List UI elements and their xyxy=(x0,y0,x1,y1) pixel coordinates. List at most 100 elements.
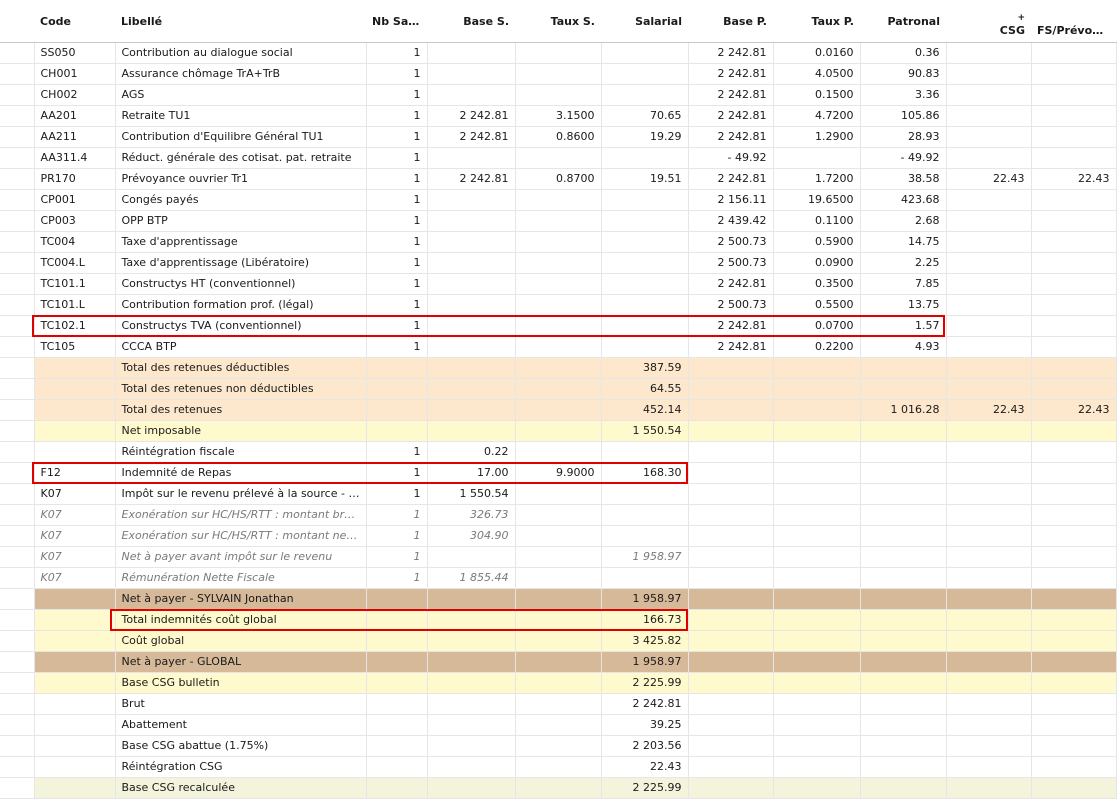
table-row[interactable]: Réintégration fiscale 1 0.22 xyxy=(0,441,1117,463)
cell-nb-salaries xyxy=(366,777,428,799)
table-row[interactable]: Total indemnités coût global 166.73 xyxy=(0,609,1117,631)
cell-nb-salaries: 1 xyxy=(366,462,428,484)
table-row[interactable]: Base CSG recalculée 2 225.99 xyxy=(0,777,1117,799)
cell-salarial: 1 958.97 xyxy=(601,546,689,568)
column-header-fs-prevoyance[interactable]: FS/Prévoyan... xyxy=(1031,0,1116,43)
cell-libelle: Base CSG bulletin xyxy=(115,672,367,694)
table-row[interactable]: F12 Indemnité de Repas 1 17.00 9.9000 168.30 xyxy=(0,462,1117,484)
table-row[interactable]: Coût global 3 425.82 xyxy=(0,630,1117,652)
cell-nb-salaries: 1 xyxy=(366,504,428,526)
cell-taux-p: 0.5900 xyxy=(773,231,861,253)
table-row[interactable]: Net à payer - GLOBAL 1 958.97 xyxy=(0,651,1117,673)
cell-nb-salaries: 1 xyxy=(366,273,428,295)
column-header-taux-s[interactable]: Taux S. xyxy=(515,0,601,43)
table-row[interactable]: Brut 2 242.81 xyxy=(0,693,1117,715)
table-row[interactable]: AA311.4 Réduct. générale des cotisat. pat… xyxy=(0,147,1117,169)
column-header-base-s[interactable]: Base S. xyxy=(427,0,515,43)
cell-base-s xyxy=(427,420,516,442)
cell-code xyxy=(34,588,116,610)
cell-nb-salaries xyxy=(366,357,428,379)
table-row[interactable]: Total des retenues déductibles 387.59 xyxy=(0,357,1117,379)
cell-libelle: Assurance chômage TrA+TrB xyxy=(115,63,367,85)
table-row[interactable]: TC004 Taxe d'apprentissage 1 2 500.73 0.5900… xyxy=(0,231,1117,253)
cell-taux-p: 0.0160 xyxy=(773,42,861,64)
column-header-patronal[interactable]: Patronal xyxy=(860,0,946,43)
table-row[interactable]: TC004.L Taxe d'apprentissage (Libératoire… xyxy=(0,252,1117,274)
table-row[interactable]: CH001 Assurance chômage TrA+TrB 1 2 242.81 4… xyxy=(0,63,1117,85)
cell-libelle: AGS xyxy=(115,84,367,106)
cell-libelle: Brut xyxy=(115,693,367,715)
cell-salarial xyxy=(601,336,689,358)
table-row[interactable]: PR170 Prévoyance ouvrier Tr1 1 2 242.81 0.87… xyxy=(0,168,1117,190)
cell-patronal: 105.86 xyxy=(860,105,947,127)
cell-nb-salaries: 1 xyxy=(366,63,428,85)
cell-taux-p xyxy=(773,588,861,610)
table-row[interactable]: Base CSG abattue (1.75%) 2 203.56 xyxy=(0,735,1117,757)
table-row[interactable]: CP003 OPP BTP 1 2 439.42 0.1100 2.68 xyxy=(0,210,1117,232)
row-gutter xyxy=(0,273,35,295)
table-row[interactable]: K07 Rémunération Nette Fiscale 1 1 855.44 xyxy=(0,567,1117,589)
table-row[interactable]: AA211 Contribution d'Equilibre Général TU… xyxy=(0,126,1117,148)
cell-libelle: Constructys TVA (conventionnel) xyxy=(115,315,367,337)
table-row[interactable]: TC102.1 Constructys TVA (conventionnel) 1 2… xyxy=(0,315,1117,337)
cell-fs-prevoyance xyxy=(1031,231,1117,253)
cell-taux-p: 0.0900 xyxy=(773,252,861,274)
cell-fs-prevoyance xyxy=(1031,147,1117,169)
cell-libelle: Prévoyance ouvrier Tr1 xyxy=(115,168,367,190)
table-row[interactable]: K07 Exonération sur HC/HS/RTT : montant b… xyxy=(0,504,1117,526)
table-row[interactable]: Total des retenues 452.14 1 016.28 22.43 22.… xyxy=(0,399,1117,421)
table-row[interactable]: TC101.L Contribution formation prof. (lég… xyxy=(0,294,1117,316)
table-row[interactable]: Net à payer - SYLVAIN Jonathan 1 958.97 xyxy=(0,588,1117,610)
cell-salarial xyxy=(601,294,689,316)
cell-nb-salaries: 1 xyxy=(366,42,428,64)
table-row[interactable]: CP001 Congés payés 1 2 156.11 19.6500 423.68 xyxy=(0,189,1117,211)
cell-taux-s xyxy=(515,84,602,106)
table-row[interactable]: Base CSG bulletin 2 225.99 xyxy=(0,672,1117,694)
cell-base-p xyxy=(688,756,774,778)
cell-taux-p xyxy=(773,441,861,463)
table-row[interactable]: Abattement 39.25 xyxy=(0,714,1117,736)
cell-base-s: 1 550.54 xyxy=(427,483,516,505)
cell-taux-s xyxy=(515,210,602,232)
table-row[interactable]: Total des retenues non déductibles 64.55 xyxy=(0,378,1117,400)
cell-base-s xyxy=(427,84,516,106)
table-row[interactable]: AA201 Retraite TU1 1 2 242.81 3.1500 70.65 2 2… xyxy=(0,105,1117,127)
row-gutter xyxy=(0,735,35,757)
column-header-salarial[interactable]: Salarial xyxy=(601,0,688,43)
cell-libelle: Contribution d'Equilibre Général TU1 xyxy=(115,126,367,148)
cell-libelle: Retraite TU1 xyxy=(115,105,367,127)
table-row[interactable]: K07 Net à payer avant impôt sur le revenu… xyxy=(0,546,1117,568)
cell-code: CP003 xyxy=(34,210,116,232)
cell-base-p: 2 242.81 xyxy=(688,315,774,337)
table-row[interactable]: K07 Impôt sur le revenu prélevé à la sour… xyxy=(0,483,1117,505)
column-header-code[interactable]: Code xyxy=(34,0,115,43)
cell-taux-s xyxy=(515,231,602,253)
row-gutter xyxy=(0,189,35,211)
cell-base-s xyxy=(427,315,516,337)
cell-taux-p: 0.1100 xyxy=(773,210,861,232)
column-header-csg[interactable]: + CSG xyxy=(946,0,1031,43)
cell-nb-salaries: 1 xyxy=(366,441,428,463)
cell-fs-prevoyance xyxy=(1031,357,1117,379)
column-header-base-p[interactable]: Base P. xyxy=(688,0,773,43)
cell-taux-p xyxy=(773,693,861,715)
table-row[interactable]: SS050 Contribution au dialogue social 1 2 2… xyxy=(0,42,1117,64)
table-row[interactable]: TC105 CCCA BTP 1 2 242.81 0.2200 4.93 xyxy=(0,336,1117,358)
table-row[interactable]: CH002 AGS 1 2 242.81 0.1500 3.36 xyxy=(0,84,1117,106)
table-row[interactable]: K07 Exonération sur HC/HS/RTT : montant n… xyxy=(0,525,1117,547)
column-header-libelle[interactable]: Libellé xyxy=(115,0,366,43)
column-header-taux-p[interactable]: Taux P. xyxy=(773,0,860,43)
cell-base-s xyxy=(427,336,516,358)
cell-taux-p xyxy=(773,672,861,694)
table-row[interactable]: TC101.1 Constructys HT (conventionnel) 1 2 … xyxy=(0,273,1117,295)
cell-csg xyxy=(946,84,1032,106)
table-row[interactable]: Net imposable 1 550.54 xyxy=(0,420,1117,442)
cell-patronal xyxy=(860,462,947,484)
table-row[interactable]: Réintégration CSG 22.43 xyxy=(0,756,1117,778)
cell-csg xyxy=(946,630,1032,652)
cell-patronal: 1 016.28 xyxy=(860,399,947,421)
cell-code: TC101.1 xyxy=(34,273,116,295)
column-header-nb-salaries[interactable]: Nb Sala... xyxy=(366,0,427,43)
cell-csg xyxy=(946,63,1032,85)
cell-fs-prevoyance xyxy=(1031,630,1117,652)
